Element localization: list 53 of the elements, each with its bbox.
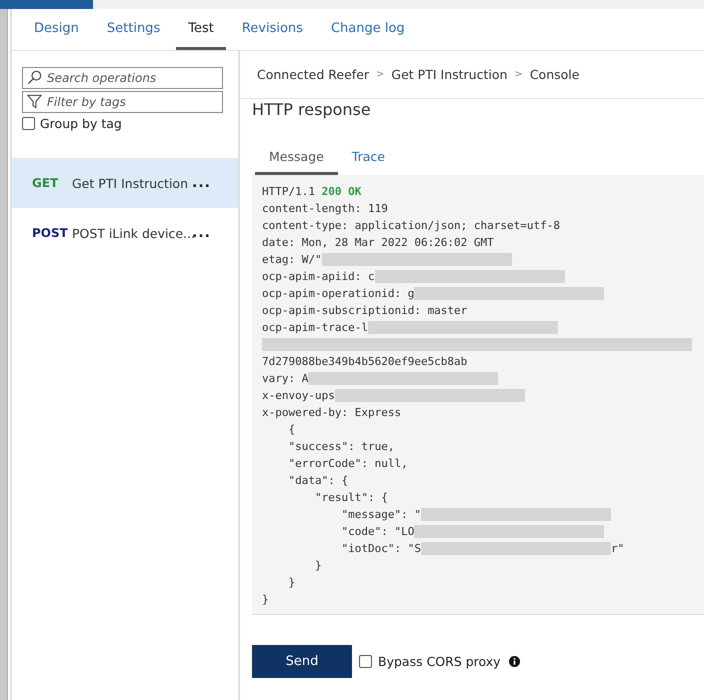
code-line: 7d279088be349b4b5620ef9ee5cb8ab <box>262 355 468 368</box>
separator: > <box>376 69 384 80</box>
operation-item[interactable]: POST POST iLink device...... <box>12 208 238 258</box>
code-line: x-powered-by: Express <box>262 406 402 419</box>
tab[interactable]: Revisions <box>230 9 315 50</box>
code-line: "success": true, <box>287 440 394 453</box>
code-line: vary: A <box>262 372 308 385</box>
code-line: } <box>287 576 296 589</box>
code-line: content-length: 119 <box>262 202 388 215</box>
tab[interactable]: Test <box>176 9 226 50</box>
tab[interactable]: Settings <box>94 9 172 50</box>
code-line: { <box>287 423 296 436</box>
code-line: ocp-apim-subscriptionid: master <box>262 304 468 317</box>
breadcrumb-item[interactable]: Console <box>530 67 580 82</box>
code-line: "message": " <box>340 508 421 521</box>
checkbox[interactable] <box>22 117 35 130</box>
code-line: r" <box>610 542 624 555</box>
method-label: POST <box>32 226 69 240</box>
code-line: } <box>262 593 269 606</box>
code-line: HTTP/1.1 <box>262 185 315 198</box>
code-line: ocp-apim-trace-l <box>262 321 368 334</box>
code-line: etag: W/" <box>262 253 322 266</box>
code-line: ocp-apim-operationid: g <box>262 287 414 300</box>
method-label: GET <box>32 176 60 190</box>
code-line: "code": "LO <box>340 525 414 538</box>
code-line: ocp-apim-apiid: c <box>262 270 375 283</box>
more-button[interactable]: ... <box>192 175 211 191</box>
code-line: "iotDoc": "S <box>340 542 421 555</box>
tab[interactable]: Design <box>22 9 91 50</box>
info-icon[interactable] <box>508 656 520 667</box>
send-button[interactable]: Send <box>252 645 352 678</box>
tab[interactable]: Trace <box>338 143 399 175</box>
code-line: x-envoy-ups <box>262 389 335 402</box>
search-field[interactable]: Search operations <box>22 67 223 89</box>
filter-field[interactable]: Filter by tags <box>22 91 223 113</box>
checkbox-label: Bypass CORS proxy <box>378 654 501 669</box>
checkbox-label: Group by tag <box>40 116 122 131</box>
code-line: content-type: application/json; charset=utf-8 <box>262 219 560 232</box>
section-title: HTTP response <box>251 99 372 121</box>
code-line: "data": { <box>287 474 348 487</box>
code-line: } <box>314 559 322 572</box>
tab[interactable]: Change log <box>318 9 417 50</box>
code-line: "result": { <box>314 491 388 504</box>
breadcrumb-item[interactable]: Connected Reefer <box>257 67 370 82</box>
scrollbar[interactable] <box>0 9 8 700</box>
operation-name: Get PTI Instruction <box>72 176 189 190</box>
code-line: "errorCode": null, <box>287 457 408 470</box>
breadcrumb-item[interactable]: Get PTI Instruction <box>391 67 508 82</box>
status-code: 200 OK <box>322 185 362 198</box>
separator: > <box>514 69 523 80</box>
operation-item[interactable]: GET Get PTI Instruction ... <box>12 158 238 208</box>
checkbox[interactable] <box>359 655 372 668</box>
code-line: date: Mon, 28 Mar 2022 06:26:02 GMT <box>262 236 494 249</box>
